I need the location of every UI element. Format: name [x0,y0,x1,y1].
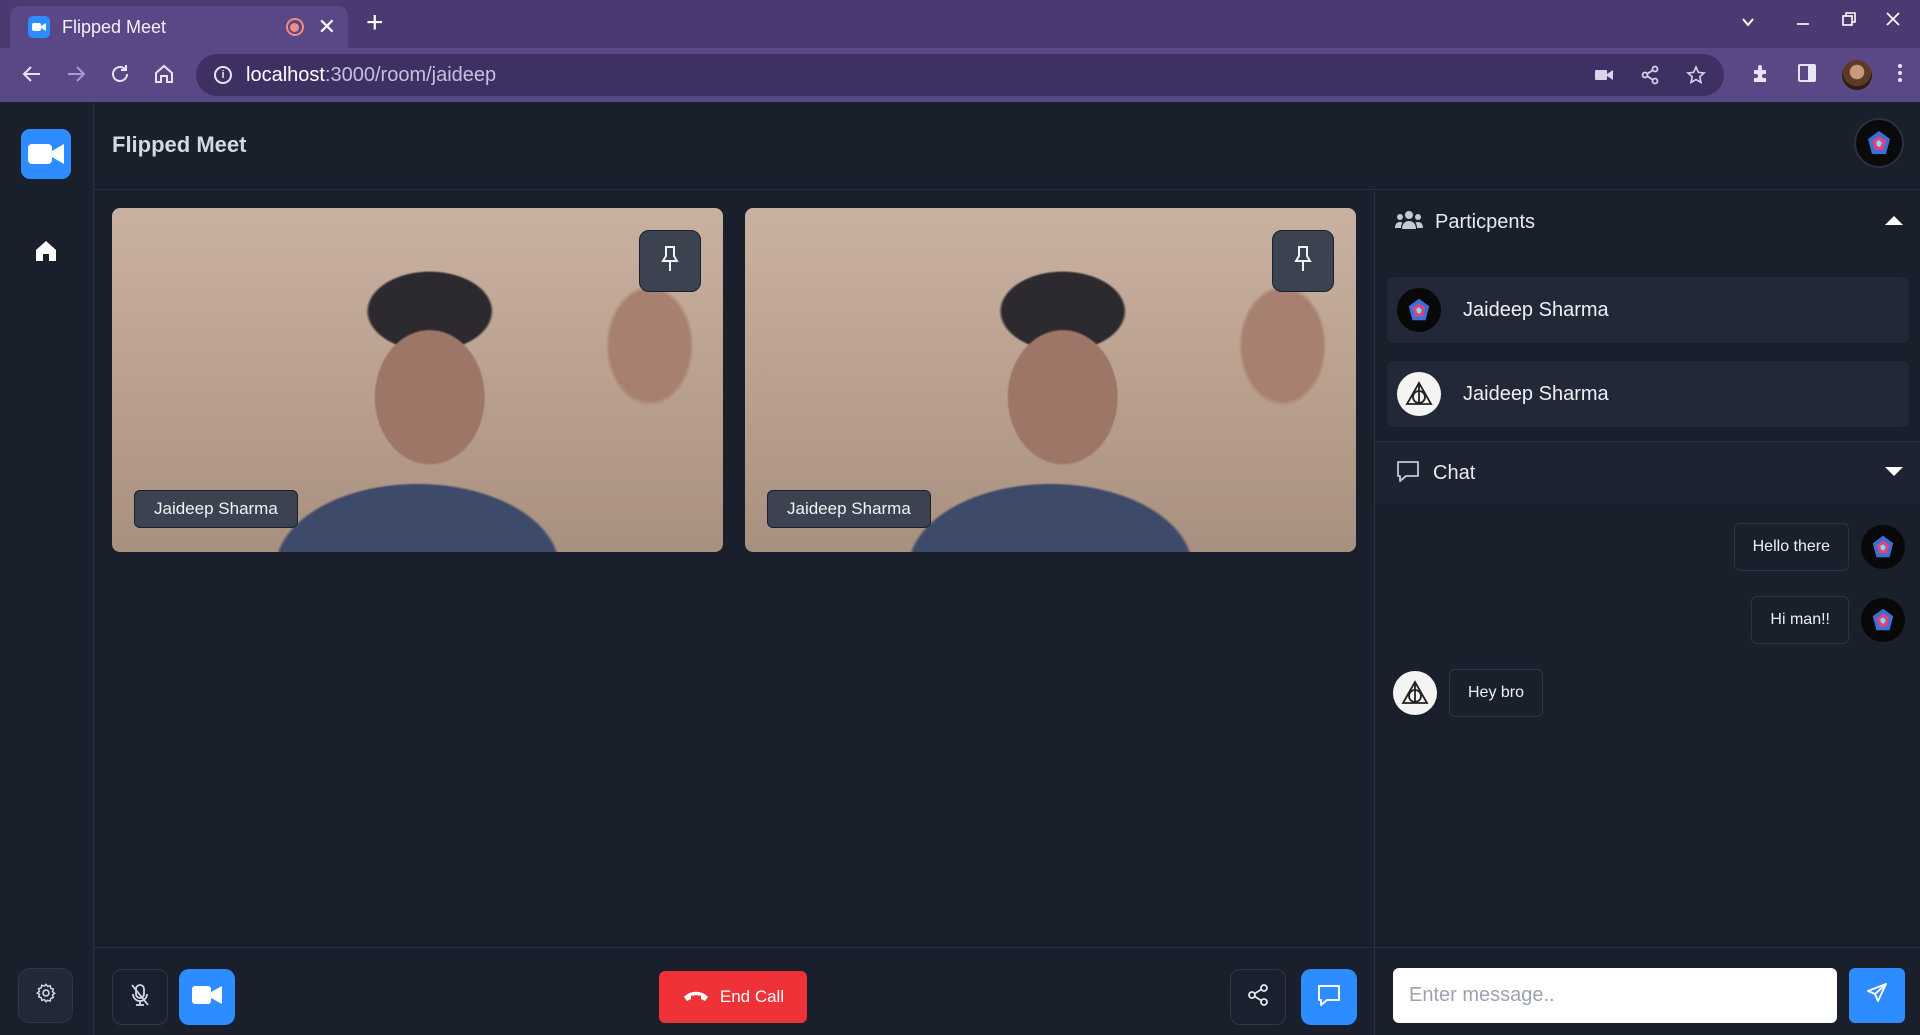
app-header: Flipped Meet [94,102,1920,190]
url-path: :3000/room/jaideep [324,63,497,86]
video-camera-icon [192,985,222,1010]
forward-arrow-icon[interactable] [64,62,88,91]
pin-icon [660,245,680,278]
browser-profile-avatar[interactable] [1842,60,1872,90]
share-button[interactable] [1230,969,1286,1025]
new-tab-button[interactable]: + [366,8,384,38]
participant-name: Jaideep Sharma [1463,298,1609,321]
participant-item[interactable]: Jaideep Sharma [1387,277,1909,343]
browser-toolbar: i localhost:3000/room/jaideep [0,48,1920,102]
crystal-avatar-icon [1861,525,1905,569]
pin-button[interactable] [639,230,701,292]
deathly-hallows-avatar-icon [1397,372,1441,416]
app-logo-video-camera-icon[interactable] [21,129,71,179]
video-tile[interactable]: Jaideep Sharma [112,208,723,552]
end-call-button[interactable]: End Call [659,971,807,1023]
user-avatar[interactable] [1854,118,1904,168]
side-panel-icon[interactable] [1796,62,1818,89]
tab-close-icon[interactable]: ✕ [318,16,336,38]
browser-tab-strip: Flipped Meet ✕ + [0,0,1920,48]
call-controls-bar: End Call [94,947,1374,1035]
video-stage: Jaideep Sharma Jaideep Sharma [94,191,1374,947]
video-camera-icon [28,16,50,38]
crystal-avatar-icon [1397,288,1441,332]
message-input[interactable] [1393,968,1837,1023]
deathly-hallows-avatar-icon [1393,671,1437,715]
share-icon[interactable] [1640,65,1660,90]
send-button[interactable] [1849,968,1905,1023]
pin-button[interactable] [1272,230,1334,292]
collapse-up-icon[interactable] [1885,216,1903,225]
minimize-icon[interactable] [1794,10,1812,32]
chat-bubble-icon [1395,459,1421,488]
extensions-puzzle-icon[interactable] [1750,62,1772,89]
left-sidebar [0,102,94,1035]
participants-header[interactable]: Particpents [1375,191,1920,253]
window-close-icon[interactable] [1884,10,1902,32]
url-host: localhost [246,63,325,86]
site-info-icon[interactable]: i [214,66,232,84]
participant-item[interactable]: Jaideep Sharma [1387,361,1909,427]
home-icon[interactable] [152,62,176,91]
expand-down-icon[interactable] [1885,467,1903,476]
microphone-off-icon [129,983,151,1012]
toggle-chat-button[interactable] [1301,969,1357,1025]
message-bubble: Hey bro [1449,669,1544,717]
share-icon [1246,983,1270,1012]
reload-icon[interactable] [108,62,132,91]
participant-name-tag: Jaideep Sharma [134,490,298,528]
chat-message: Hello there [1733,523,1905,571]
settings-button[interactable] [18,968,73,1023]
users-group-icon [1395,209,1423,236]
browser-tab[interactable]: Flipped Meet ✕ [10,6,348,48]
gear-icon [35,982,57,1009]
recording-indicator-icon [285,18,304,36]
tab-search-icon[interactable] [1740,12,1756,34]
camera-toggle-button[interactable] [179,969,235,1025]
chat-heading: Chat [1433,461,1476,484]
mute-microphone-button[interactable] [112,969,168,1025]
participant-name: Jaideep Sharma [1463,382,1609,405]
end-call-label: End Call [719,987,785,1006]
chat-messages: Hello there Hi man!! Hey bro [1375,504,1920,944]
pin-icon [1293,245,1313,278]
chat-message: Hey bro [1393,669,1544,717]
home-icon[interactable] [33,238,59,269]
message-bubble: Hello there [1733,523,1849,571]
page-title: Flipped Meet [112,132,247,157]
video-tile[interactable]: Jaideep Sharma [745,208,1356,552]
back-arrow-icon[interactable] [20,62,44,91]
send-plane-icon [1865,981,1889,1010]
browser-menu-icon[interactable] [1896,62,1904,89]
message-bubble: Hi man!! [1751,596,1849,644]
bookmark-star-icon[interactable] [1686,65,1706,90]
chat-message: Hi man!! [1751,596,1905,644]
meeting-app: Flipped Meet Jaideep Sharma Jaideep Shar… [0,102,1920,1035]
side-panel: Particpents Jaideep Sharma Jaideep Sharm… [1374,191,1920,1035]
phone-hangup-icon [682,987,710,1007]
crystal-avatar-icon [1861,598,1905,642]
chat-composer [1375,947,1920,1035]
address-bar[interactable]: i localhost:3000/room/jaideep [196,54,1724,96]
restore-icon[interactable] [1840,10,1858,32]
crystal-avatar-icon [1868,131,1890,154]
participants-heading: Particpents [1435,210,1536,233]
participant-name-tag: Jaideep Sharma [767,490,931,528]
chat-header[interactable]: Chat [1375,442,1920,504]
chat-bubble-icon [1316,983,1342,1012]
tab-title: Flipped Meet [62,16,167,37]
camera-in-use-icon[interactable] [1594,65,1614,90]
